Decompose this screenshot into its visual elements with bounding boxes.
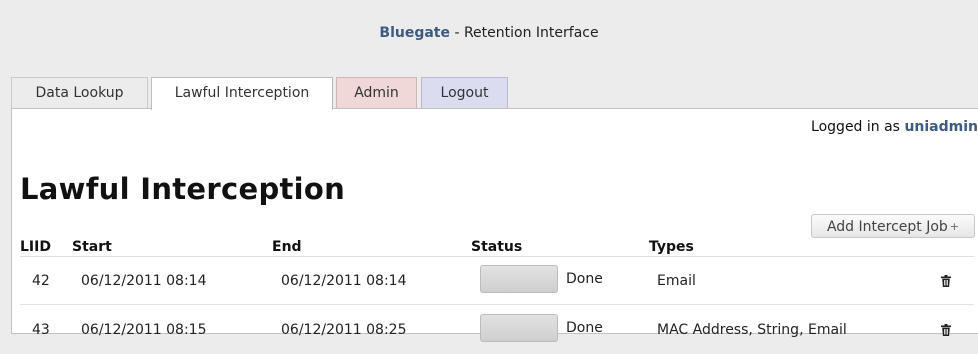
row-divider [20, 304, 974, 305]
brand-name[interactable]: Bluegate [379, 25, 450, 41]
status-cell: Done [566, 320, 603, 336]
end-cell: 06/12/2011 08:14 [281, 273, 407, 289]
add-intercept-job-button[interactable]: Add Intercept Job + [811, 214, 975, 238]
table-row: 43 06/12/2011 08:15 06/12/2011 08:25 Don… [12, 306, 978, 354]
add-intercept-job-label: Add Intercept Job [826, 219, 948, 235]
types-cell: Email [657, 273, 696, 289]
status-cell: Done [566, 271, 603, 287]
plus-icon: + [949, 220, 960, 233]
trash-icon[interactable] [941, 275, 951, 287]
app-subtitle: - Retention Interface [450, 25, 599, 41]
content-panel: Logged in as uniadmin Lawful Interceptio… [11, 108, 978, 342]
column-header-liid: LIID [20, 239, 51, 255]
column-header-end: End [272, 239, 302, 255]
start-cell: 06/12/2011 08:14 [81, 273, 207, 289]
tab-admin[interactable]: Admin [336, 77, 417, 108]
column-header-start: Start [72, 239, 112, 255]
liid-cell: 42 [32, 273, 50, 289]
start-cell: 06/12/2011 08:15 [81, 322, 207, 338]
page-title: Lawful Interception [20, 172, 346, 206]
table-row: 42 06/12/2011 08:14 06/12/2011 08:14 Don… [12, 257, 978, 305]
login-status: Logged in as uniadmin [811, 119, 978, 135]
app-header: Bluegate - Retention Interface [0, 0, 978, 66]
status-progress-bar [480, 314, 558, 342]
login-label: Logged in as [811, 119, 905, 135]
username-link[interactable]: uniadmin [904, 119, 978, 135]
tab-data-lookup[interactable]: Data Lookup [11, 77, 148, 108]
tab-logout[interactable]: Logout [421, 77, 508, 108]
tab-lawful-interception[interactable]: Lawful Interception [151, 77, 333, 110]
status-progress-bar [480, 265, 558, 293]
types-cell: MAC Address, String, Email [657, 322, 847, 338]
end-cell: 06/12/2011 08:25 [281, 322, 407, 338]
column-header-status: Status [471, 239, 523, 255]
trash-icon[interactable] [941, 324, 951, 336]
liid-cell: 43 [32, 322, 50, 338]
column-header-types: Types [649, 239, 694, 255]
